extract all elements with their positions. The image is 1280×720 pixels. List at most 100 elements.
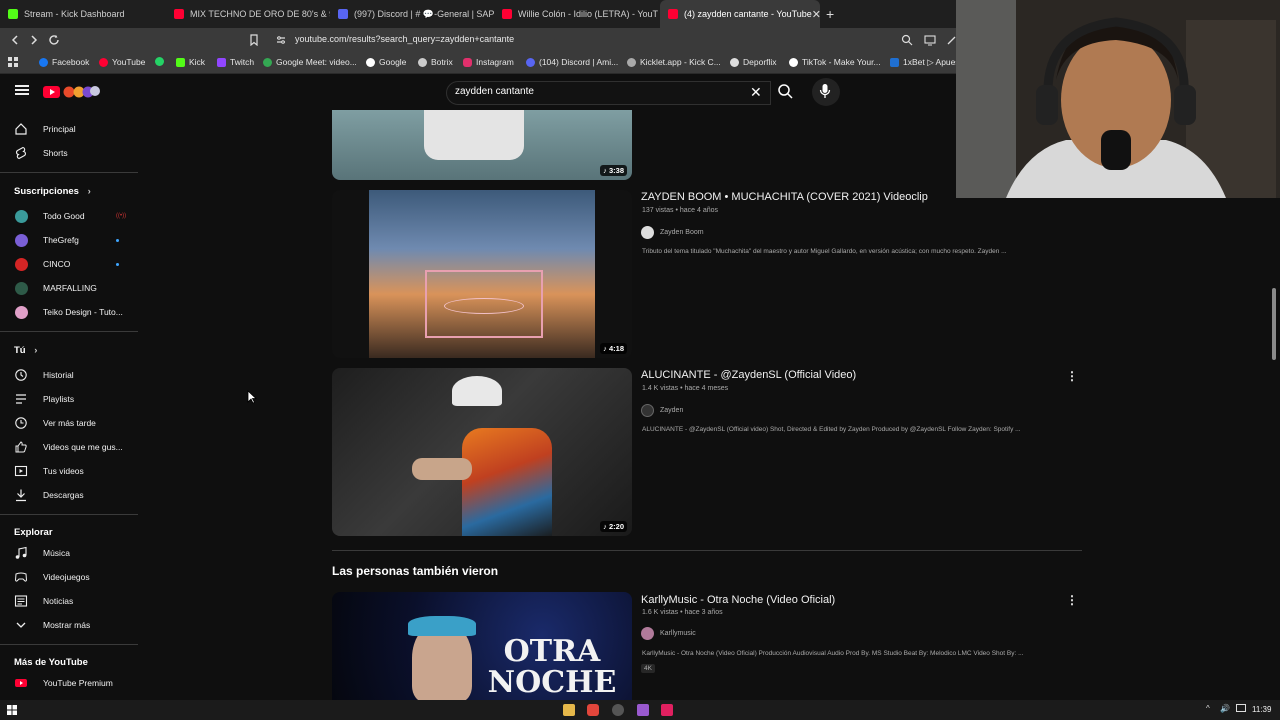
brave-browser-icon[interactable] (587, 704, 599, 716)
sidebar-item-your-videos[interactable]: Tus videos (0, 460, 138, 482)
obs-icon[interactable] (612, 704, 624, 716)
sidebar-item-youtube-premium[interactable]: YouTube Premium (0, 672, 138, 694)
gaming-icon (14, 572, 28, 582)
system-tray-chevron-icon[interactable]: ^ (1206, 704, 1210, 713)
bookmark-google-meet[interactable]: Google Meet: video... (263, 57, 357, 67)
thumbnail-jacket (462, 428, 552, 536)
discord-icon (338, 9, 348, 19)
divider (0, 644, 138, 645)
bookmark-instagram[interactable]: Instagram (463, 57, 514, 67)
subscription-item[interactable]: MARFALLING (0, 277, 138, 299)
apps-grid-icon[interactable] (8, 57, 19, 68)
sidebar-item-liked[interactable]: Videos que me gus... (0, 436, 138, 458)
back-icon[interactable] (9, 34, 21, 46)
more-actions-icon[interactable] (1066, 367, 1072, 381)
bookmark-kick[interactable]: Kick (176, 57, 205, 67)
bookmark-icon[interactable] (249, 34, 259, 46)
forward-icon[interactable] (28, 34, 40, 46)
youtube-logo[interactable] (43, 85, 101, 99)
bookmark-tiktok[interactable]: TikTok - Make Your... (789, 57, 881, 67)
subscriptions-heading[interactable]: Suscripciones › (14, 186, 91, 197)
sidebar-item-gaming[interactable]: Videojuegos (0, 566, 138, 588)
bookmark-facebook[interactable]: Facebook (39, 57, 89, 67)
file-explorer-icon[interactable] (563, 704, 575, 716)
more-actions-icon[interactable] (1066, 591, 1072, 605)
sidebar-item-playlists[interactable]: Playlists (0, 388, 138, 410)
you-heading[interactable]: Tú › (14, 345, 37, 356)
video-title[interactable]: KarllyMusic - Otra Noche (Video Oficial) (641, 594, 835, 606)
video-duration: ♪ 2:20 (600, 521, 627, 532)
close-tab-icon[interactable]: ✕ (812, 8, 820, 21)
bookmark-1xbet[interactable]: 1xBet ▷ Apues (890, 57, 960, 68)
windows-start-icon[interactable] (7, 705, 17, 715)
channel-link[interactable]: Zayden Boom (641, 226, 704, 239)
sidebar-item-label: Tus videos (43, 466, 84, 476)
video-title[interactable]: ZAYDEN BOOM • MUCHACHITA (COVER 2021) Vi… (641, 191, 928, 203)
browser-tab[interactable]: MIX TECHNO DE ORO DE 80's & 90's (166, 0, 330, 28)
bookmark-kicklet[interactable]: Kicklet.app - Kick C... (627, 57, 721, 67)
bookmark-whatsapp[interactable] (155, 57, 168, 66)
taskbar-clock[interactable]: 11:39 (1252, 705, 1271, 714)
sidebar-item-label: Playlists (43, 394, 75, 404)
sidebar-item-shorts[interactable]: Shorts (0, 142, 138, 164)
clear-search-icon[interactable]: ✕ (750, 84, 762, 101)
menu-icon[interactable] (15, 85, 29, 95)
more-from-youtube-heading: Más de YouTube (14, 657, 88, 668)
sidebar-item-music[interactable]: Música (0, 542, 138, 564)
video-thumbnail[interactable]: ♪ 3:38 (332, 110, 632, 180)
cast-icon[interactable] (924, 34, 936, 46)
channel-link[interactable]: Zayden (641, 404, 683, 417)
show-more-button[interactable]: Mostrar más (0, 614, 138, 636)
volume-icon[interactable]: 🔊 (1220, 704, 1230, 713)
zoom-icon[interactable] (901, 34, 913, 46)
url-text[interactable]: youtube.com/results?search_query=zaydden… (295, 34, 514, 44)
browser-tab[interactable]: Stream - Kick Dashboard (0, 0, 168, 28)
new-tab-button[interactable]: + (826, 6, 834, 22)
video-thumbnail[interactable]: ♪ 2:20 (332, 368, 632, 536)
bookmark-discord[interactable]: (104) Discord | Ami... (526, 57, 618, 67)
search-icon[interactable] (777, 83, 793, 99)
browser-tab-active[interactable]: (4) zaydden cantante - YouTube ✕ (660, 0, 820, 28)
subscription-label: Todo Good (43, 211, 85, 221)
address-bar-row: youtube.com/results?search_query=zaydden… (0, 28, 960, 52)
video-thumbnail[interactable]: OTRA NOCHE (332, 592, 632, 700)
sidebar-item-label: Shorts (43, 148, 68, 158)
scrollbar[interactable] (1270, 198, 1278, 698)
subscription-item[interactable]: TheGrefg (0, 229, 138, 251)
sidebar-item-news[interactable]: Noticias (0, 590, 138, 612)
bookmark-label: Instagram (476, 57, 514, 67)
bookmark-twitch[interactable]: Twitch (217, 57, 254, 67)
video-title[interactable]: ALUCINANTE - @ZaydenSL (Official Video) (641, 369, 856, 381)
youtube-premium-icon (15, 679, 27, 687)
scrollbar-thumb[interactable] (1272, 288, 1276, 360)
tiktok-icon (789, 57, 798, 67)
channel-link[interactable]: Karllymusic (641, 627, 696, 640)
bookmark-youtube[interactable]: YouTube (99, 57, 145, 67)
twitch-icon (217, 57, 226, 67)
reload-icon[interactable] (48, 34, 60, 46)
tiktok-live-icon[interactable] (661, 704, 673, 716)
subscription-item[interactable]: Todo Good ((•)) (0, 205, 138, 227)
site-settings-icon[interactable] (276, 35, 286, 45)
network-icon[interactable] (1236, 704, 1246, 712)
sidebar-item-historial[interactable]: Historial (0, 364, 138, 386)
bookmark-google[interactable]: Google (366, 57, 406, 67)
microphone-icon[interactable] (818, 83, 832, 99)
bookmark-label: Google (379, 57, 407, 67)
video-thumbnail[interactable]: ♪ 4:18 (332, 190, 632, 358)
app-icon[interactable] (637, 704, 649, 716)
tab-label: MIX TECHNO DE ORO DE 80's & 90's (190, 9, 330, 19)
subscription-item[interactable]: Teiko Design - Tuto... (0, 301, 138, 323)
browser-tab[interactable]: Willie Colón - Idilio (LETRA) - YouTub (494, 0, 658, 28)
youtube-icon (99, 57, 108, 67)
browser-tab[interactable]: (997) Discord | # 💬-General | SAPOLI (330, 0, 494, 28)
search-query-text[interactable]: zaydden cantante (455, 86, 534, 97)
sidebar-item-principal[interactable]: Principal (0, 118, 138, 140)
sidebar-item-label: Videojuegos (43, 572, 90, 582)
sidebar-item-downloads[interactable]: Descargas (0, 484, 138, 506)
bookmark-botrix[interactable]: Botrix (418, 57, 453, 67)
bookmark-label: Botrix (431, 57, 453, 67)
subscription-item[interactable]: CINCO (0, 253, 138, 275)
sidebar-item-watch-later[interactable]: Ver más tarde (0, 412, 138, 434)
bookmark-deporflix[interactable]: Deporflix (730, 57, 777, 67)
